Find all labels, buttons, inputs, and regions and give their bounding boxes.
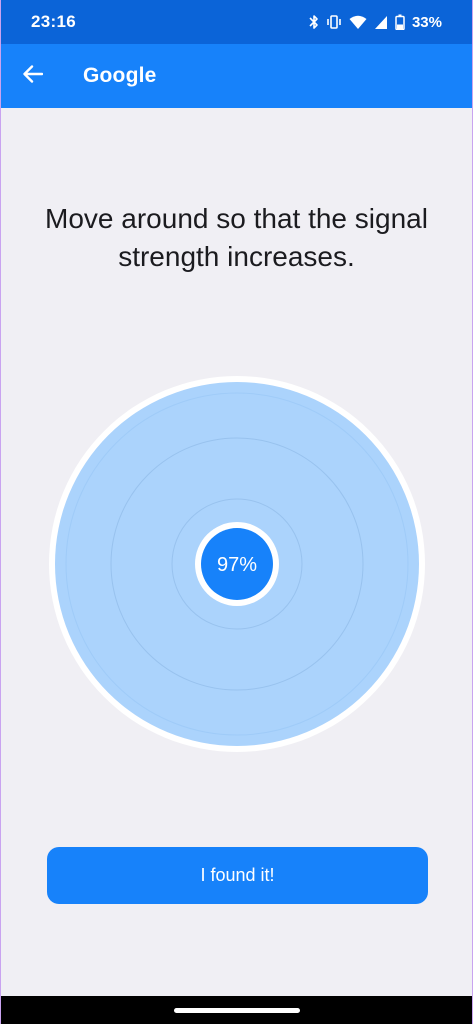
- home-gesture-handle[interactable]: [173, 1008, 300, 1013]
- wifi-icon: [349, 15, 367, 30]
- vibrate-icon: [326, 14, 342, 30]
- app-title: Google: [83, 64, 157, 87]
- instruction-text: Move around so that the signal strength …: [45, 203, 428, 272]
- status-time: 23:16: [31, 12, 76, 31]
- cell-signal-icon: [374, 15, 388, 30]
- arrow-left-icon: [23, 64, 44, 88]
- signal-radar: 97%: [49, 376, 425, 752]
- screen: 23:16 33% Google Move around so that the…: [0, 0, 473, 1024]
- found-it-button[interactable]: I found it!: [47, 847, 428, 904]
- bluetooth-icon: [309, 14, 319, 30]
- navigation-bar: [1, 996, 472, 1024]
- status-bar: 23:16 33%: [1, 0, 472, 44]
- status-icons: 33%: [309, 14, 442, 31]
- back-button[interactable]: [1, 44, 65, 108]
- battery-icon: [395, 14, 405, 30]
- app-bar: Google: [1, 44, 472, 108]
- battery-percent: 33%: [411, 13, 442, 31]
- signal-strength-value: 97%: [217, 554, 257, 576]
